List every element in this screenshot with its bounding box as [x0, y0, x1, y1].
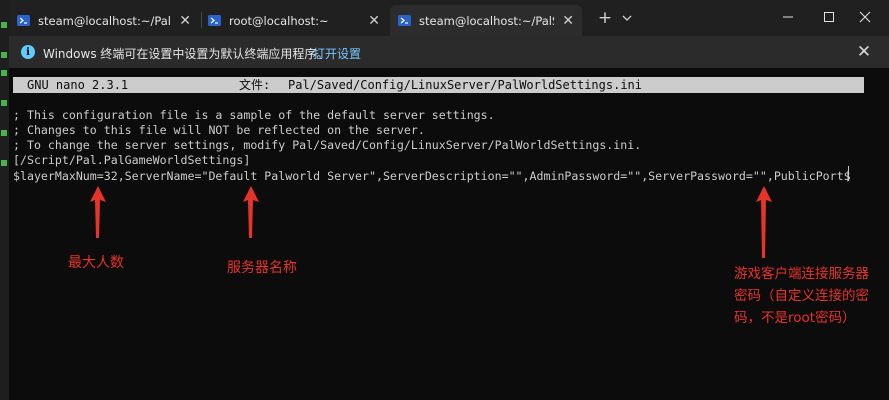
- annotation-line: 码，不是root密码）: [734, 310, 856, 326]
- edge-marker: [1, 130, 7, 136]
- edge-marker: [1, 160, 7, 166]
- close-window-button[interactable]: [842, 5, 888, 29]
- close-icon[interactable]: ✕: [179, 14, 191, 28]
- close-icon: [859, 11, 871, 23]
- left-edge: [0, 0, 9, 400]
- info-message: Windows 终端可在设置中设置为默认终端应用程序。: [43, 47, 329, 61]
- info-bar: i Windows 终端可在设置中设置为默认终端应用程序。 打开设置 ✕: [9, 36, 889, 68]
- open-settings-link[interactable]: 打开设置: [313, 45, 361, 62]
- annotation-line: 密码（自定义连接的密: [734, 288, 869, 304]
- annotation-max-players: 最大人数: [68, 255, 124, 271]
- close-icon[interactable]: ✕: [368, 14, 380, 28]
- new-tab-button[interactable]: +: [593, 8, 617, 28]
- nano-title-bar: GNU nano 2.3.1 文件: Pal/Saved/Config/Linu…: [13, 77, 864, 93]
- powershell-icon: [208, 15, 221, 26]
- arrow-up-icon: [90, 186, 106, 238]
- edge-marker: [1, 70, 7, 76]
- tab-bar: steam@localhost:~/PalServer ✕ root@local…: [9, 0, 889, 36]
- edge-marker: [1, 52, 7, 58]
- minimize-icon: [783, 16, 793, 18]
- minimize-button[interactable]: [765, 5, 811, 29]
- edge-marker: [1, 100, 7, 106]
- text-cursor: [848, 166, 849, 181]
- chevron-down-icon[interactable]: [617, 10, 637, 26]
- terminal-line: ; This configuration file is a sample of…: [13, 108, 495, 122]
- close-icon[interactable]: ✕: [854, 42, 874, 62]
- tab-title: steam@localhost:~/PalServer: [419, 13, 554, 28]
- maximize-icon: [824, 12, 834, 22]
- terminal-line: $layerMaxNum=32,ServerName="Default Palw…: [13, 169, 851, 183]
- terminal-line: ; Changes to this file will NOT be refle…: [13, 123, 425, 137]
- tab-steam-palserver-active[interactable]: steam@localhost:~/PalServer ✕: [390, 5, 582, 36]
- tab-title: root@localhost:~: [229, 13, 329, 28]
- terminal-line: ; To change the server settings, modify …: [13, 138, 642, 152]
- arrow-up-icon: [243, 186, 259, 238]
- tab-title: steam@localhost:~/PalServer: [38, 13, 171, 28]
- tab-root-localhost[interactable]: root@localhost:~ ✕: [200, 5, 388, 36]
- close-icon[interactable]: ✕: [562, 14, 574, 28]
- nano-version: GNU nano 2.3.1: [27, 78, 129, 92]
- tab-steam-palserver-1[interactable]: steam@localhost:~/PalServer ✕: [9, 5, 199, 36]
- terminal-line: [/Script/Pal.PalGameWorldSettings]: [13, 153, 251, 167]
- arrow-up-icon: [756, 186, 772, 258]
- annotation-server-name: 服务器名称: [227, 260, 297, 276]
- info-icon: i: [21, 45, 35, 59]
- edge-marker: [1, 22, 7, 28]
- powershell-icon: [398, 15, 411, 26]
- nano-file-label: 文件:: [239, 78, 271, 92]
- annotation-line: 游戏客户端连接服务器: [734, 266, 869, 282]
- annotation-server-password: 游戏客户端连接服务器 密码（自定义连接的密 码，不是root密码）: [734, 263, 869, 329]
- powershell-icon: [17, 15, 30, 26]
- nano-file-path: Pal/Saved/Config/LinuxServer/PalWorldSet…: [288, 78, 643, 92]
